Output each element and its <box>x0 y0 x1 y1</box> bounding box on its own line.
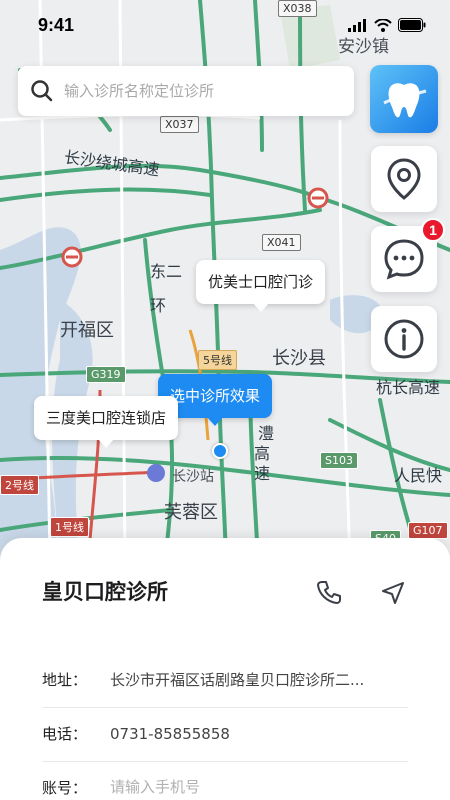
shield-g319: G319 <box>86 366 126 383</box>
map-label-kaifu: 开福区 <box>60 320 114 341</box>
clinic-detail-sheet: 皇贝口腔诊所 地址： 长沙市开福区话剧路皇贝口腔诊所二... 电话： 0731-… <box>0 538 450 800</box>
status-time: 9:41 <box>38 15 75 35</box>
address-row: 地址： 长沙市开福区话剧路皇贝口腔诊所二... <box>42 652 408 708</box>
search-input[interactable] <box>64 82 324 100</box>
map-label-east-second-ring-2: 环 <box>150 296 167 315</box>
map-label-line1: 1号线 <box>50 517 89 537</box>
location-pin-icon <box>387 158 421 200</box>
clinic-marker-sandu[interactable]: 三度美口腔连锁店 <box>34 396 179 448</box>
tooth-logo-icon <box>383 83 427 118</box>
map-label-li-3: 速 <box>254 464 271 483</box>
wifi-icon <box>374 18 392 32</box>
address-label: 地址： <box>42 671 88 689</box>
info-button[interactable] <box>371 306 437 372</box>
search-bar[interactable] <box>18 66 354 116</box>
notification-badge: 1 <box>421 218 445 242</box>
app-logo-button[interactable] <box>370 65 438 133</box>
phone-value: 0731-85855858 <box>110 724 230 743</box>
map-label-line2: 2号线 <box>0 475 39 495</box>
signal-icon <box>348 18 366 32</box>
account-label: 账号： <box>42 778 88 797</box>
map-label-line5: 5号线 <box>198 350 237 370</box>
clinic-name: 皇贝口腔诊所 <box>42 580 168 604</box>
info-icon <box>384 319 424 359</box>
shield-x041: X041 <box>262 234 301 251</box>
account-input[interactable] <box>110 778 400 796</box>
messages-button[interactable]: 1 <box>371 218 445 292</box>
status-bar: 9:41 <box>0 0 450 48</box>
phone-row: 电话： 0731-85855858 <box>42 706 408 762</box>
shield-x037: X037 <box>160 116 199 133</box>
search-icon <box>31 80 53 102</box>
map-label-furong: 芙蓉区 <box>164 502 218 523</box>
address-value: 长沙市开福区话剧路皇贝口腔诊所二... <box>110 671 365 689</box>
chat-bubble-icon <box>384 239 424 280</box>
current-location-dot <box>212 443 228 459</box>
phone-icon[interactable] <box>316 579 342 605</box>
map-label-east-second-ring-1: 东二 <box>150 262 183 281</box>
map-label-hang-chang: 杭长高速 <box>376 378 441 397</box>
account-row: 账号： <box>42 759 408 800</box>
locate-button[interactable] <box>371 146 437 212</box>
map-label-station: 长沙站 <box>172 469 214 485</box>
clinic-marker-youmeishi[interactable]: 优美士口腔门诊 <box>196 260 326 312</box>
map-label-changsha-county: 长沙县 <box>272 348 326 369</box>
map-label-renmin: 人民快 <box>394 466 443 485</box>
navigate-icon[interactable] <box>380 580 406 606</box>
battery-icon <box>398 18 426 32</box>
phone-label: 电话： <box>42 725 88 743</box>
shield-g107: G107 <box>408 522 448 539</box>
shield-s103: S103 <box>320 452 358 469</box>
